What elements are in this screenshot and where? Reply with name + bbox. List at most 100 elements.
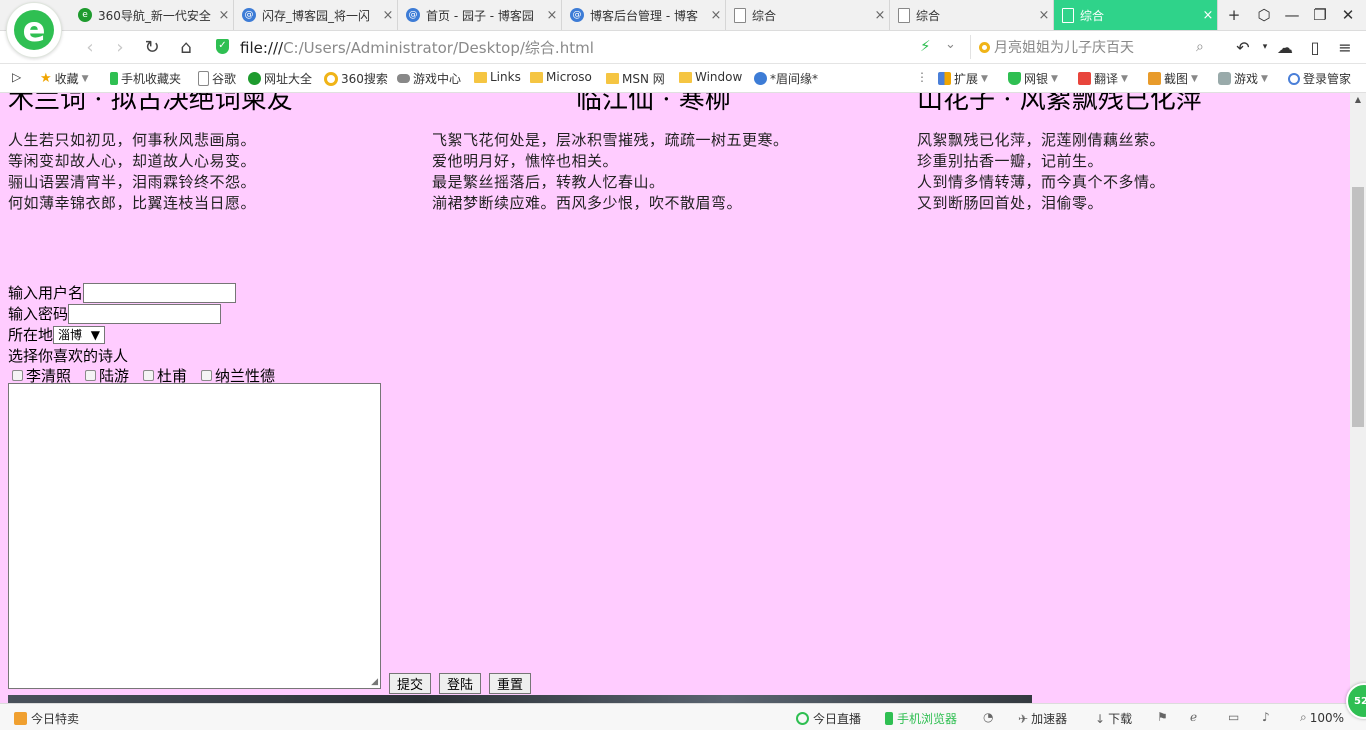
back-icon[interactable]: ‹: [78, 35, 102, 59]
cloud-icon[interactable]: ☁: [1272, 35, 1298, 59]
tool-label: 扩展: [954, 72, 979, 86]
poem-line: 人到情多情转薄，而今真个不多情。: [917, 173, 1166, 191]
bookmark-label: Microso: [546, 70, 592, 84]
tab-close-icon[interactable]: ×: [707, 8, 725, 23]
poet-checkbox-nalan-xingde[interactable]: [201, 370, 213, 381]
folder-icon: [679, 71, 692, 83]
zoom-icon: ⌕: [1300, 710, 1307, 724]
tab-close-icon[interactable]: ×: [1199, 8, 1217, 23]
accelerator-link[interactable]: ✈ 加速器: [1018, 710, 1067, 727]
translate-icon: [1078, 72, 1091, 85]
chevron-down-icon: ▼: [1121, 73, 1128, 84]
tab-blog-admin[interactable]: @ 博客后台管理 - 博客 ×: [562, 0, 726, 30]
bookmark-mobile[interactable]: 手机收藏夹: [110, 70, 181, 87]
tool-label: 截图: [1164, 72, 1189, 86]
tool-online-banking[interactable]: 网银 ▼: [1008, 70, 1058, 87]
tool-games[interactable]: 游戏 ▼: [1218, 70, 1268, 87]
tool-extensions[interactable]: 扩展 ▼: [938, 70, 988, 87]
search-icon[interactable]: ⌕: [1196, 39, 1218, 55]
security-shield-icon[interactable]: ✓: [216, 39, 229, 54]
login-button[interactable]: 登陆: [439, 673, 482, 694]
home-icon[interactable]: ⌂: [174, 35, 198, 59]
tab-label: 综合: [752, 8, 777, 23]
zoom-control[interactable]: ⌕ 100%: [1300, 710, 1344, 725]
cnblogs-icon: @: [406, 8, 420, 22]
address-input[interactable]: file:///C:/Users/Administrator/Desktop/综…: [240, 37, 594, 58]
scrollbar-thumb[interactable]: [1352, 187, 1364, 427]
tab-360-nav[interactable]: e 360导航_新一代安全 ×: [70, 0, 234, 30]
bookmark-site-nav[interactable]: 网址大全: [248, 70, 312, 87]
vertical-scrollbar[interactable]: ▲: [1350, 93, 1366, 703]
search-box[interactable]: 月亮姐姐为儿子庆百天 ⌕: [970, 35, 1218, 59]
submit-button[interactable]: 提交: [389, 673, 432, 694]
browser-logo[interactable]: e: [6, 2, 62, 58]
ie-mode-icon[interactable]: ℯ: [1190, 710, 1197, 724]
tab-close-icon[interactable]: ×: [215, 8, 233, 23]
window-icon[interactable]: ▭: [1228, 710, 1239, 724]
bookmark-meijianyuan[interactable]: *眉间缘*: [754, 70, 818, 87]
bookmark-label: 网址大全: [264, 72, 313, 86]
extensions-icon: [938, 72, 951, 85]
360-nav-icon: [248, 72, 261, 85]
speed-mode-icon[interactable]: ⚡: [920, 37, 931, 55]
live-today-link[interactable]: 今日直播: [796, 710, 861, 727]
bookmark-favorites[interactable]: ★ 收藏 ▼: [40, 70, 89, 87]
new-tab-button[interactable]: +: [1220, 0, 1248, 30]
banner-image: [8, 695, 1032, 703]
tab-zonghe-1[interactable]: 综合 ×: [726, 0, 890, 30]
bookmark-google[interactable]: 谷歌: [198, 70, 236, 87]
poem-line: 风絮飘残已化萍，泥莲刚倩藕丝萦。: [917, 131, 1166, 149]
mobile-sync-icon[interactable]: ▯: [1302, 35, 1328, 59]
tab-flash-memo[interactable]: @ 闪存_博客园_将一闪 ×: [234, 0, 398, 30]
bookmark-360-search[interactable]: 360搜索: [324, 70, 388, 87]
poet-checkbox-li-qingzhao[interactable]: [12, 370, 23, 381]
tab-zonghe-2[interactable]: 综合 ×: [890, 0, 1054, 30]
maximize-button[interactable]: ❐: [1306, 0, 1334, 30]
daily-deals-link[interactable]: 今日特卖: [14, 710, 79, 727]
scroll-up-icon[interactable]: ▲: [1350, 93, 1366, 107]
poem-title: 木兰词 · 拟古决绝词柬友: [8, 93, 293, 115]
poet-checkbox-du-fu[interactable]: [143, 370, 155, 381]
url-dropdown-icon[interactable]: ⌄: [945, 37, 956, 52]
minimize-button[interactable]: —: [1278, 0, 1306, 30]
forward-icon[interactable]: ›: [108, 35, 132, 59]
tab-close-icon[interactable]: ×: [871, 8, 889, 23]
tab-label: 综合: [916, 8, 941, 23]
resize-grip-icon[interactable]: ◢: [371, 677, 378, 687]
volume-icon[interactable]: ♪: [1262, 710, 1270, 724]
reset-button[interactable]: 重置: [489, 673, 532, 694]
tab-close-icon[interactable]: ×: [1035, 8, 1053, 23]
mobile-browser-link[interactable]: 手机浏览器: [885, 710, 957, 727]
menu-icon[interactable]: ≡: [1332, 35, 1358, 59]
poem-line: 爱他明月好，憔悴也相关。: [432, 152, 619, 170]
flag-icon[interactable]: ⚑: [1157, 710, 1168, 724]
password-input[interactable]: [68, 303, 222, 324]
tool-login-manager[interactable]: 登录管家: [1288, 70, 1351, 87]
username-input[interactable]: [83, 282, 237, 303]
more-options-icon[interactable]: ⋮: [916, 70, 928, 84]
tool-translate[interactable]: 翻译 ▼: [1078, 70, 1128, 87]
tab-zonghe-active[interactable]: 综合 ×: [1054, 0, 1218, 30]
chevron-down-icon: ▼: [981, 73, 988, 84]
location-select[interactable]: 淄博 ▼: [53, 325, 106, 344]
close-window-button[interactable]: ✕: [1334, 0, 1362, 30]
360-search-icon: [979, 41, 990, 53]
download-icon: ↓: [1095, 711, 1106, 726]
message-textarea[interactable]: ◢: [8, 383, 381, 689]
bookmark-windows[interactable]: Window: [679, 70, 742, 84]
tab-close-icon[interactable]: ×: [543, 8, 561, 23]
bookmark-links[interactable]: Links: [474, 70, 521, 84]
poet-checkbox-lu-you[interactable]: [85, 370, 97, 381]
speed-dial-icon[interactable]: ◔: [983, 710, 993, 724]
bookmark-microsoft[interactable]: Microso: [530, 70, 592, 84]
reload-icon[interactable]: ↻: [140, 35, 164, 59]
bookmark-msn[interactable]: MSN 网: [606, 70, 665, 87]
tool-screenshot[interactable]: 截图 ▼: [1148, 70, 1198, 87]
tab-home[interactable]: @ 首页 - 园子 - 博客园 ×: [398, 0, 562, 30]
bookmark-game-center[interactable]: 游戏中心: [397, 70, 461, 87]
tab-close-icon[interactable]: ×: [379, 8, 397, 23]
downloads-link[interactable]: ↓ 下载: [1095, 710, 1132, 727]
phone-icon: [885, 712, 893, 725]
restore-tabs-icon[interactable]: ⬡: [1250, 0, 1278, 30]
sidebar-toggle-icon[interactable]: ▷: [12, 70, 21, 84]
